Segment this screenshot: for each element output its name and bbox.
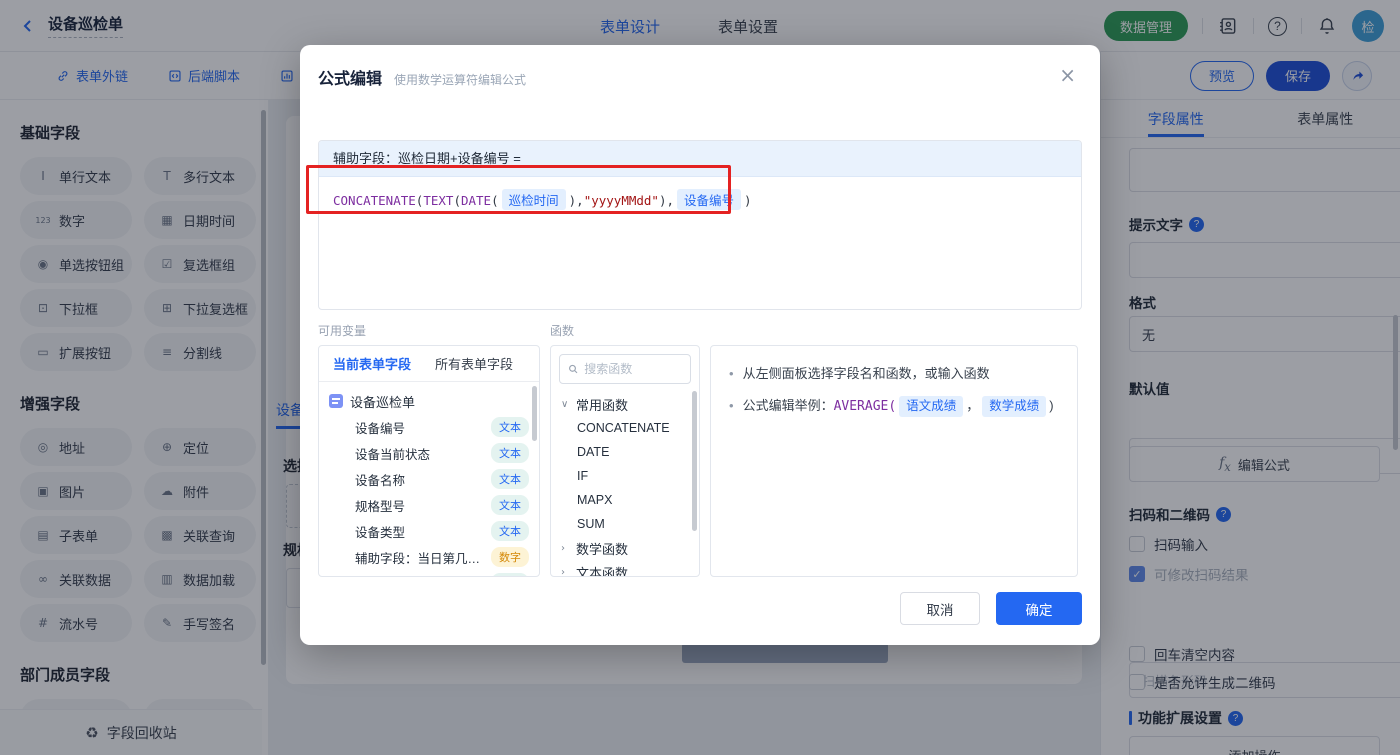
variable-row[interactable]: 设备编号 文本 [329,414,529,440]
func-item-mapx[interactable]: MAPX [551,488,699,512]
type-badge: 文本 [491,443,529,463]
variables-scrollbar[interactable] [532,386,537,441]
search-icon [569,364,578,374]
chevron-right-icon: › [561,542,565,554]
function-search [559,354,691,384]
tab-all-form-fields[interactable]: 所有表单字段 [435,354,513,373]
func-item-if[interactable]: IF [551,464,699,488]
bullet: • [729,398,734,413]
type-badge: 文本 [491,573,529,576]
functions-panel: ∨常用函数 CONCATENATE DATE IF MAPX SUM ›数学函数… [550,345,700,577]
formula-target-label: 辅助字段：巡检日期+设备编号 = [319,141,1081,177]
variable-row[interactable]: 设备当前状态 文本 [329,440,529,466]
field-chip-device-number[interactable]: 设备编号 [677,189,742,210]
bullet: • [729,366,734,381]
dialog-footer: 取消 确定 [900,592,1082,625]
func-item-date[interactable]: DATE [551,440,699,464]
confirm-button[interactable]: 确定 [996,592,1082,625]
variables-tabs: 当前表单字段 所有表单字段 [319,346,539,382]
variable-row[interactable]: 规格型号 文本 [329,492,529,518]
func-group-common[interactable]: ∨ 常用函数 [551,392,699,416]
dialog-title: 公式编辑 [318,71,383,88]
field-chip-inspection-time[interactable]: 巡检时间 [501,189,566,210]
func-item-sum[interactable]: SUM [551,512,699,536]
form-doc-icon [329,394,343,408]
variable-row[interactable]: 设备类型 文本 [329,518,529,544]
close-icon[interactable]: × [1059,63,1076,87]
tip-item: • 公式编辑举例：AVERAGE(语文成绩，数学成绩) [729,396,1059,417]
cancel-button[interactable]: 取消 [900,592,980,625]
variable-row[interactable]: 设备名称 文本 [329,466,529,492]
dialog-header: 公式编辑 使用数学运算符编辑公式 [300,45,1100,89]
type-badge: 文本 [491,417,529,437]
tab-current-form-fields[interactable]: 当前表单字段 [333,354,411,373]
functions-label: 函数 [550,324,575,338]
func-group-text[interactable]: › 文本函数 [551,560,699,577]
functions-scrollbar[interactable] [692,391,697,531]
type-badge: 数字 [491,547,529,567]
func-group-math[interactable]: › 数学函数 [551,536,699,560]
variables-label: 可用变量 [318,324,367,338]
formula-edit-dialog: 公式编辑 使用数学运算符编辑公式 × 辅助字段：巡检日期+设备编号 = CONC… [300,45,1100,645]
type-badge: 文本 [491,469,529,489]
example-chip: 数学成绩 [982,396,1047,417]
dialog-subtitle: 使用数学运算符编辑公式 [394,73,527,87]
variables-panel: 当前表单字段 所有表单字段 设备巡检单 设备编号 文本 设备当前状态 文本 设备名称… [318,345,540,577]
variables-tree: 设备巡检单 设备编号 文本 设备当前状态 文本 设备名称 文本 规格型号 文本 设备类型… [319,382,539,576]
chevron-down-icon: ∨ [561,398,569,410]
type-badge: 文本 [491,521,529,541]
app: 设备巡检单 表单设计 表单设置 数据管理 ? 检 表单外链 后端脚本 基础字段 … [0,0,1400,755]
chevron-right-icon: › [561,566,565,577]
example-chip: 语文成绩 [899,396,964,417]
variable-row[interactable]: 巡检时间文本 [329,570,529,576]
type-badge: 文本 [491,495,529,515]
tip-item: • 从左侧面板选择字段名和函数，或输入函数 [729,366,990,381]
func-item-concatenate[interactable]: CONCATENATE [551,416,699,440]
variable-row[interactable]: 辅助字段：当日第几次... 数字 [329,544,529,570]
tree-root-form[interactable]: 设备巡检单 [329,388,529,414]
tips-panel: • 从左侧面板选择字段名和函数，或输入函数 • 公式编辑举例：AVERAGE(语… [710,345,1078,577]
formula-expression[interactable]: CONCATENATE(TEXT(DATE(巡检时间),"yyyyMMdd"),… [319,177,1081,222]
formula-editor[interactable]: 辅助字段：巡检日期+设备编号 = CONCATENATE(TEXT(DATE(巡… [318,140,1082,310]
function-search-input[interactable] [584,362,682,376]
